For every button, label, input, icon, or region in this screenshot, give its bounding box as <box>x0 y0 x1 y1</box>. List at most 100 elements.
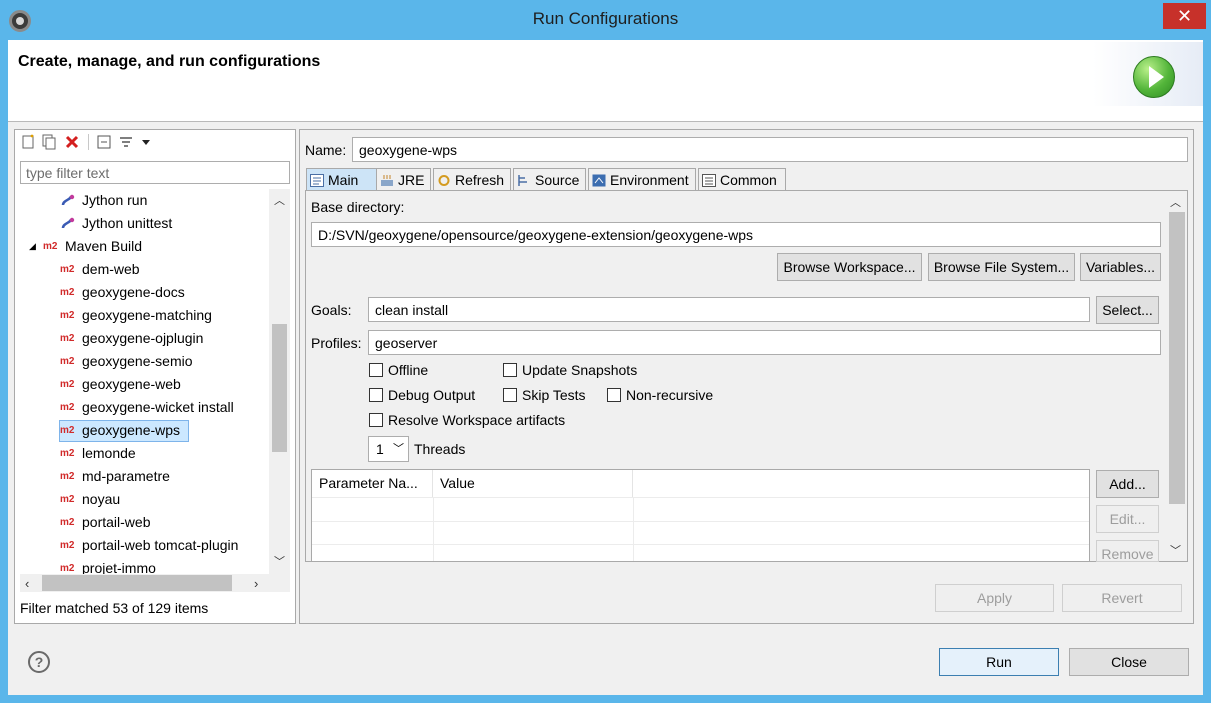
tree-item[interactable]: m2 geoxygene-ojplugin <box>20 327 268 350</box>
window-close-button[interactable]: ✕ <box>1163 3 1206 29</box>
tree-item[interactable]: m2 portail-web <box>20 511 268 534</box>
tree-item[interactable]: m2 geoxygene-docs <box>20 281 268 304</box>
tab-vertical-scroll-thumb[interactable] <box>1169 212 1185 504</box>
tab-jre[interactable]: JRE <box>376 168 431 190</box>
configuration-name-field[interactable] <box>352 137 1188 162</box>
column-header-parameter[interactable]: Parameter Na... <box>312 470 433 497</box>
tree-item-label: Maven Build <box>65 238 143 254</box>
tab-environment[interactable]: Environment <box>588 168 696 190</box>
tree-item-label: noyau <box>82 491 121 507</box>
tree-item[interactable]: m2 geoxygene-wps <box>20 419 268 442</box>
tab-main-label: Main <box>328 172 359 188</box>
tree-item[interactable]: Jython run <box>20 189 268 212</box>
select-goals-button[interactable]: Select... <box>1096 296 1159 324</box>
tab-refresh[interactable]: Refresh <box>433 168 511 190</box>
duplicate-configuration-icon[interactable] <box>41 134 57 150</box>
scroll-left-icon[interactable]: ‹ <box>25 576 29 591</box>
tree-item[interactable]: ◢ m2 Maven Build <box>20 235 268 258</box>
debug-output-checkbox[interactable] <box>369 388 383 402</box>
column-header-value[interactable]: Value <box>433 470 633 497</box>
scroll-right-icon[interactable]: › <box>254 576 258 591</box>
tree-item-label: geoxygene-wps <box>82 422 181 438</box>
run-button[interactable]: Run <box>939 648 1059 676</box>
resolve-workspace-label: Resolve Workspace artifacts <box>388 412 566 428</box>
table-grid-line <box>312 544 1089 545</box>
jre-icon <box>380 173 394 186</box>
maven-m2-icon: m2 <box>60 494 75 505</box>
parameters-table[interactable]: Parameter Na... Value <box>311 469 1090 562</box>
tab-jre-label: JRE <box>398 172 425 188</box>
chevron-down-icon: ﹀ <box>393 443 404 455</box>
variables-button[interactable]: Variables... <box>1080 253 1161 281</box>
revert-button[interactable]: Revert <box>1062 584 1182 612</box>
new-launch-configuration-icon[interactable] <box>20 134 36 150</box>
common-icon <box>702 173 716 187</box>
tree-item[interactable]: m2 projet-immo <box>20 557 268 574</box>
collapse-all-icon[interactable] <box>96 134 112 150</box>
filter-configurations-icon[interactable] <box>118 134 134 150</box>
window-frame-bottom <box>0 695 1211 703</box>
help-icon[interactable]: ? <box>28 651 50 673</box>
tab-scroll-down-icon[interactable]: ﹀ <box>1170 542 1181 558</box>
remove-parameter-button[interactable]: Remove <box>1096 540 1159 562</box>
base-directory-field[interactable] <box>311 222 1161 247</box>
edit-parameter-button[interactable]: Edit... <box>1096 505 1159 533</box>
goals-field[interactable] <box>368 297 1090 322</box>
update-snapshots-checkbox[interactable] <box>503 363 517 377</box>
tab-scroll-up-icon[interactable]: ︿ <box>1170 194 1181 210</box>
maven-m2-icon: m2 <box>60 540 75 551</box>
tree-item-label: projet-immo <box>82 560 156 574</box>
window-frame-left <box>0 40 8 703</box>
close-button[interactable]: Close <box>1069 648 1189 676</box>
threads-select[interactable]: 1 ﹀ <box>368 436 409 462</box>
tree-item[interactable]: m2 noyau <box>20 488 268 511</box>
offline-checkbox[interactable] <box>369 363 383 377</box>
tree-item-label: Jython run <box>82 192 148 208</box>
tree-item[interactable]: m2 lemonde <box>20 442 268 465</box>
browse-workspace-button[interactable]: Browse Workspace... <box>777 253 922 281</box>
resolve-workspace-checkbox[interactable] <box>369 413 383 427</box>
tree-item[interactable]: m2 dem-web <box>20 258 268 281</box>
maven-m2-icon: m2 <box>60 287 75 298</box>
maven-m2-icon: m2 <box>60 310 75 321</box>
tab-main[interactable]: Main <box>306 168 377 190</box>
profiles-field[interactable] <box>368 330 1161 355</box>
tree-item[interactable]: Jython unittest <box>20 212 268 235</box>
tree-item[interactable]: m2 portail-web tomcat-plugin <box>20 534 268 557</box>
tree-item-label: md-parametre <box>82 468 170 484</box>
main-tab-icon <box>310 173 324 187</box>
table-grid-line <box>633 497 634 561</box>
tree-item[interactable]: m2 geoxygene-semio <box>20 350 268 373</box>
view-menu-chevron-down-icon[interactable] <box>138 134 154 150</box>
tab-common[interactable]: Common <box>698 168 786 190</box>
tree-item-label: geoxygene-ojplugin <box>82 330 204 346</box>
maven-m2-icon: m2 <box>60 425 75 436</box>
tree-item-label: geoxygene-web <box>82 376 181 392</box>
window-title: Run Configurations <box>532 9 679 28</box>
tab-source[interactable]: Source <box>513 168 586 190</box>
tree-item[interactable]: m2 md-parametre <box>20 465 268 488</box>
non-recursive-checkbox[interactable] <box>607 388 621 402</box>
browse-file-system-button[interactable]: Browse File System... <box>928 253 1075 281</box>
base-directory-label: Base directory: <box>311 199 405 215</box>
tree-item-label: geoxygene-wicket install <box>82 399 234 415</box>
maven-m2-icon: m2 <box>60 333 75 344</box>
goals-label: Goals: <box>311 302 352 318</box>
expand-toggle-icon[interactable]: ◢ <box>29 235 36 258</box>
profiles-label: Profiles: <box>311 335 362 351</box>
filter-input[interactable] <box>20 161 290 184</box>
tree-horizontal-scroll-thumb[interactable] <box>42 575 232 591</box>
scroll-down-icon[interactable]: ﹀ <box>274 553 285 569</box>
delete-configuration-icon[interactable] <box>64 134 80 150</box>
maven-m2-icon: m2 <box>60 356 75 367</box>
toolbar-separator <box>88 134 89 150</box>
tree-item[interactable]: m2 geoxygene-web <box>20 373 268 396</box>
skip-tests-checkbox[interactable] <box>503 388 517 402</box>
tree-item[interactable]: m2 geoxygene-matching <box>20 304 268 327</box>
add-parameter-button[interactable]: Add... <box>1096 470 1159 498</box>
scroll-up-icon[interactable]: ︿ <box>274 192 285 208</box>
table-grid-line <box>312 497 1089 498</box>
apply-button[interactable]: Apply <box>935 584 1054 612</box>
tree-item[interactable]: m2 geoxygene-wicket install <box>20 396 268 419</box>
tree-vertical-scroll-thumb[interactable] <box>272 324 287 452</box>
